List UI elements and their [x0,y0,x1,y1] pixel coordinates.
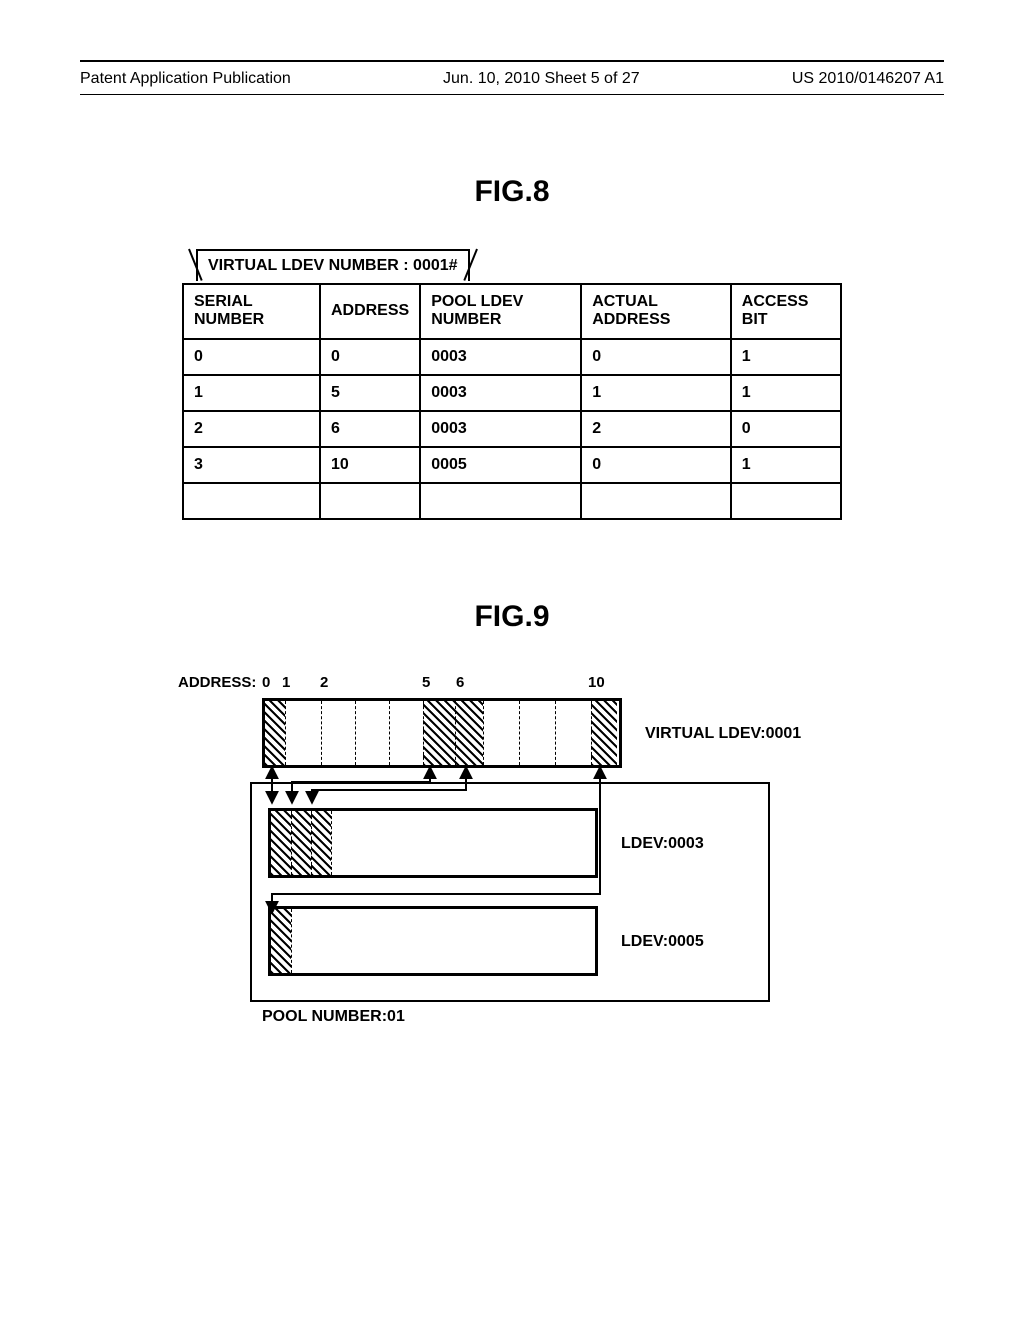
virtual-ldev-bar: VIRTUAL LDEV:0001 [262,698,622,768]
fig8-table: SERIAL NUMBER ADDRESS POOL LDEV NUMBER A… [182,283,842,520]
table-row: 3 10 0005 0 1 [183,447,841,483]
col-actual-address: ACTUAL ADDRESS [581,284,731,339]
fig8-title: FIG.8 [80,175,944,209]
col-pool-ldev-number: POOL LDEV NUMBER [420,284,581,339]
addr-tick-5: 5 [422,674,430,691]
pool-box: LDEV:0003 LDEV:0005 [250,782,770,1002]
page-header: Patent Application Publication Jun. 10, … [80,70,944,88]
ldev-0003-label: LDEV:0003 [621,835,704,853]
ldev-0005-bar: LDEV:0005 [268,906,598,976]
addr-tick-1: 1 [282,674,290,691]
col-serial-number: SERIAL NUMBER [183,284,320,339]
addr-tick-2: 2 [320,674,328,691]
fig8-table-container: VIRTUAL LDEV NUMBER : 0001# SERIAL NUMBE… [182,249,842,520]
header-left: Patent Application Publication [80,70,291,88]
col-address: ADDRESS [320,284,420,339]
header-right: US 2010/0146207 A1 [792,70,944,88]
fig9-diagram: ADDRESS: 0 1 2 5 6 10 [182,674,842,1026]
virtual-ldev-label: VIRTUAL LDEV:0001 [645,725,801,743]
addr-tick-0: 0 [262,674,270,691]
virtual-ldev-tab: VIRTUAL LDEV NUMBER : 0001# [196,249,470,281]
table-row: 1 5 0003 1 1 [183,375,841,411]
fig9-title: FIG.9 [80,600,944,634]
table-row: 0 0 0003 0 1 [183,339,841,375]
ldev-0003-bar: LDEV:0003 [268,808,598,878]
ldev-0005-label: LDEV:0005 [621,933,704,951]
addr-tick-6: 6 [456,674,464,691]
address-label: ADDRESS: [178,674,256,691]
table-row: 2 6 0003 2 0 [183,411,841,447]
table-row-empty [183,483,841,519]
addr-tick-10: 10 [588,674,605,691]
header-center: Jun. 10, 2010 Sheet 5 of 27 [443,70,640,88]
col-access-bit: ACCESS BIT [731,284,841,339]
pool-number-label: POOL NUMBER:01 [262,1008,842,1026]
